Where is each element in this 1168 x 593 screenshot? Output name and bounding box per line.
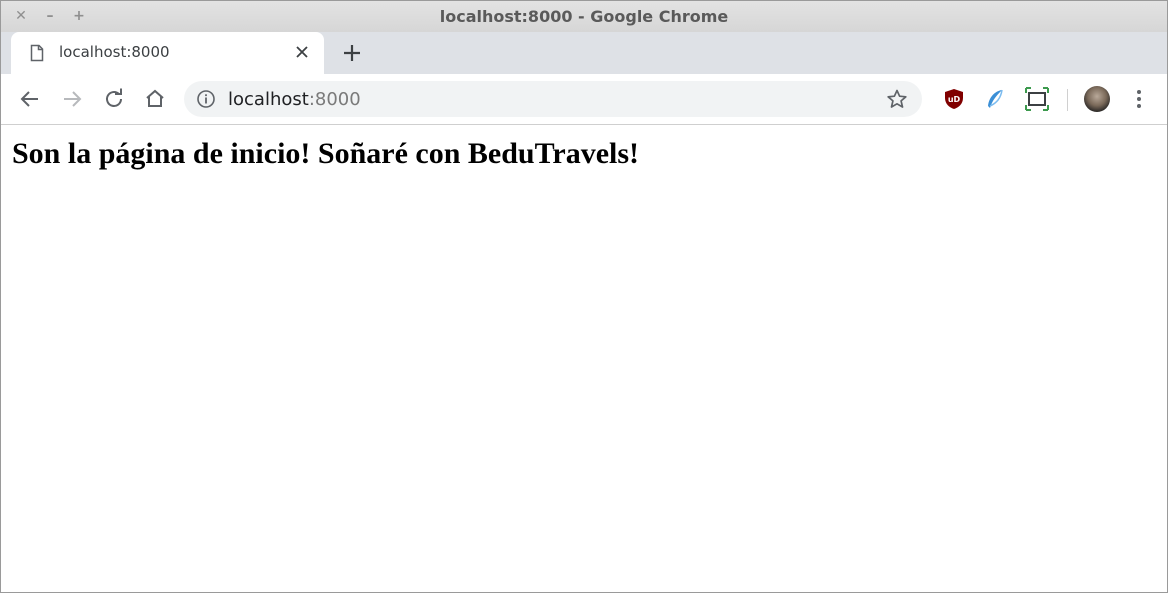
page-heading: Son la página de inicio! Soñaré con Bedu…: [12, 137, 640, 170]
svg-text:uD: uD: [948, 95, 961, 104]
close-icon[interactable]: [294, 44, 310, 64]
profile-avatar[interactable]: [1084, 86, 1110, 112]
url-port: :8000: [308, 89, 361, 110]
feather-icon[interactable]: [983, 87, 1007, 111]
new-tab-button[interactable]: [341, 42, 363, 68]
screenshot-icon[interactable]: [1025, 87, 1049, 111]
title-bar: ✕ – + localhost:8000 - Google Chrome: [1, 1, 1167, 32]
toolbar-divider: [1067, 89, 1068, 111]
tab-title: localhost:8000: [59, 43, 170, 61]
reload-icon[interactable]: [102, 87, 126, 111]
back-icon[interactable]: [18, 87, 42, 111]
address-bar[interactable]: localhost:8000: [184, 81, 922, 117]
tab-localhost[interactable]: localhost:8000: [11, 32, 324, 74]
url-text[interactable]: localhost:8000: [228, 89, 361, 110]
browser-window: ✕ – + localhost:8000 - Google Chrome loc…: [0, 0, 1168, 593]
toolbar: localhost:8000 uD: [1, 74, 1167, 125]
forward-icon[interactable]: [60, 87, 84, 111]
home-icon[interactable]: [143, 87, 167, 111]
page-icon: [30, 44, 44, 66]
bookmark-star-icon[interactable]: [886, 88, 908, 114]
menu-kebab-icon[interactable]: [1127, 87, 1151, 111]
window-title: localhost:8000 - Google Chrome: [439, 7, 729, 26]
url-host: localhost: [228, 89, 309, 110]
info-icon[interactable]: [196, 89, 216, 113]
tab-strip: localhost:8000: [1, 32, 1167, 74]
ublock-icon[interactable]: uD: [942, 87, 966, 111]
